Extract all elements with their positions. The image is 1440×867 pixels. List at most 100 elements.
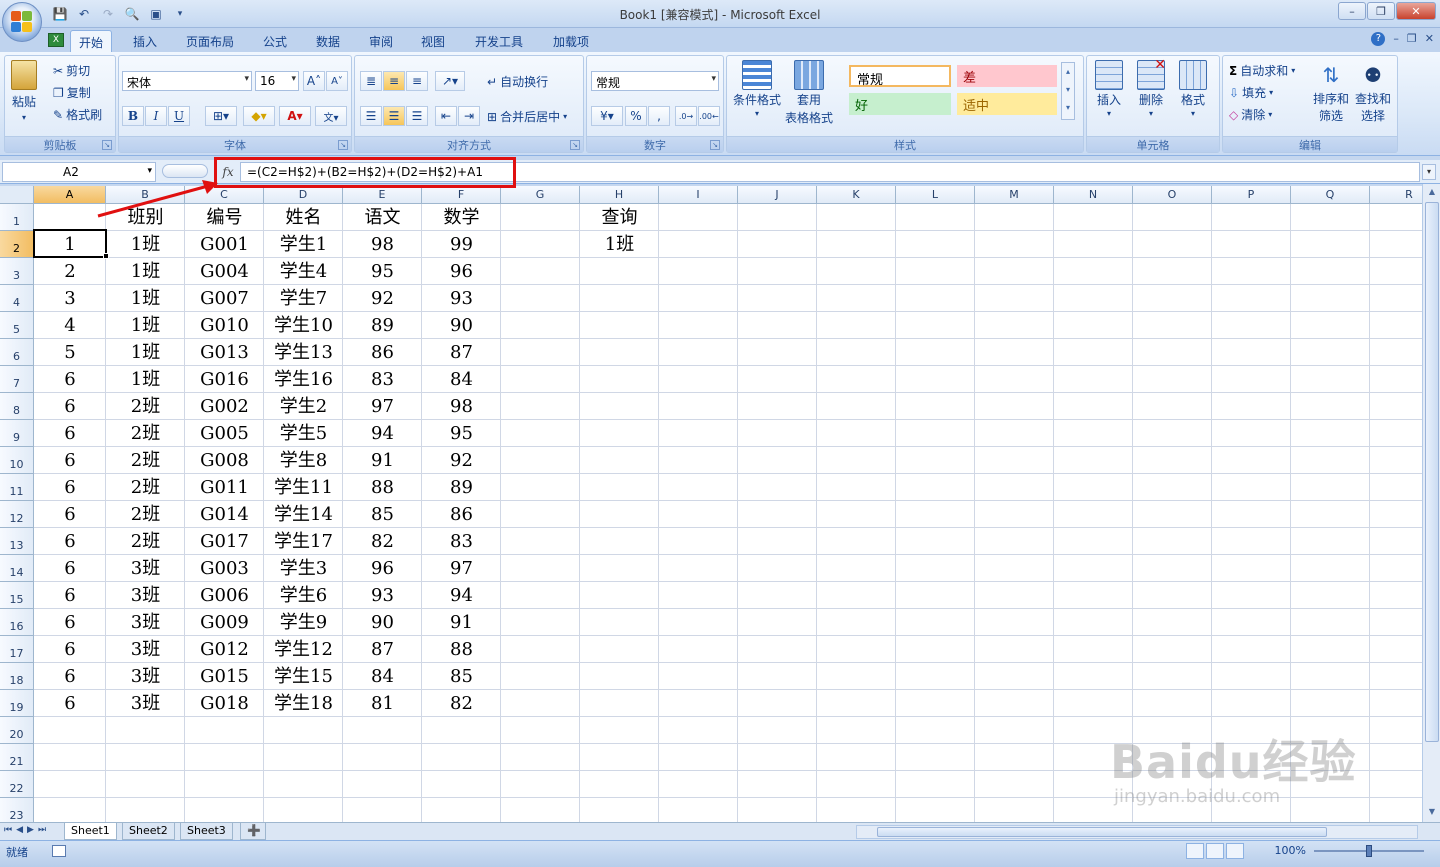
vertical-scroll-thumb[interactable] — [1425, 202, 1439, 742]
style-bad[interactable]: 差 — [957, 65, 1057, 87]
cell-a17[interactable]: 6 — [34, 636, 106, 663]
minimize-icon[interactable]: – — [1338, 2, 1366, 20]
cell-f8[interactable]: 98 — [422, 393, 501, 420]
column-header-h[interactable]: H — [580, 186, 659, 204]
tab-home[interactable]: 开始 — [70, 30, 113, 52]
cell-c4[interactable]: G007 — [185, 285, 264, 312]
horizontal-scrollbar[interactable] — [856, 825, 1418, 839]
style-good[interactable]: 好 — [849, 93, 951, 115]
cell-b14[interactable]: 3班 — [106, 555, 185, 582]
cell-c14[interactable]: G003 — [185, 555, 264, 582]
style-neutral[interactable]: 适中 — [957, 93, 1057, 115]
cell-d11[interactable]: 学生11 — [264, 474, 343, 501]
cell-e3[interactable]: 95 — [343, 258, 422, 285]
column-header-q[interactable]: Q — [1291, 186, 1370, 204]
cell-a16[interactable]: 6 — [34, 609, 106, 636]
zoom-level[interactable]: 100% — [1275, 844, 1306, 857]
cell-d14[interactable]: 学生3 — [264, 555, 343, 582]
scroll-up-icon[interactable]: ▲ — [1423, 184, 1440, 200]
tab-view[interactable]: 视图 — [413, 30, 453, 52]
format-cells-button[interactable]: 格式 ▾ — [1179, 60, 1207, 118]
row-header-7[interactable]: 7 — [0, 366, 34, 393]
help-icon[interactable]: ? — [1371, 32, 1386, 46]
cell-d12[interactable]: 学生14 — [264, 501, 343, 528]
row-header-6[interactable]: 6 — [0, 339, 34, 366]
cell-a7[interactable]: 6 — [34, 366, 106, 393]
row-header-13[interactable]: 13 — [0, 528, 34, 555]
currency-icon[interactable]: ¥▾ — [591, 106, 623, 126]
zoom-slider-knob[interactable] — [1366, 845, 1372, 857]
comma-button[interactable]: , — [648, 106, 670, 126]
cell-a8[interactable]: 6 — [34, 393, 106, 420]
cell-b17[interactable]: 3班 — [106, 636, 185, 663]
cell-d5[interactable]: 学生10 — [264, 312, 343, 339]
office-button[interactable] — [2, 2, 42, 42]
shrink-font-icon[interactable]: A˅ — [326, 71, 348, 91]
cell-e10[interactable]: 91 — [343, 447, 422, 474]
cell-e12[interactable]: 85 — [343, 501, 422, 528]
cell-f9[interactable]: 95 — [422, 420, 501, 447]
font-name-select[interactable]: 宋体 ▾ — [122, 71, 252, 91]
merge-center-button[interactable]: ⊞ 合并后居中 ▾ — [487, 108, 567, 125]
cell-a10[interactable]: 6 — [34, 447, 106, 474]
row-header-19[interactable]: 19 — [0, 690, 34, 717]
cell-c15[interactable]: G006 — [185, 582, 264, 609]
cell-b13[interactable]: 2班 — [106, 528, 185, 555]
macro-record-icon[interactable] — [52, 845, 66, 857]
row-header-16[interactable]: 16 — [0, 609, 34, 636]
cell-c9[interactable]: G005 — [185, 420, 264, 447]
tab-data[interactable]: 数据 — [308, 30, 348, 52]
row-header-2[interactable]: 2 — [0, 231, 34, 258]
format-painter-button[interactable]: ✎ 格式刷 — [53, 106, 102, 123]
cell-a18[interactable]: 6 — [34, 663, 106, 690]
percent-button[interactable]: % — [625, 106, 647, 126]
scroll-down-icon[interactable]: ▼ — [1423, 804, 1440, 820]
column-header-p[interactable]: P — [1212, 186, 1291, 204]
phonetic-icon[interactable]: 文▾ — [315, 106, 347, 126]
row-header-10[interactable]: 10 — [0, 447, 34, 474]
cell-a3[interactable]: 2 — [34, 258, 106, 285]
cell-d3[interactable]: 学生4 — [264, 258, 343, 285]
cell-a6[interactable]: 5 — [34, 339, 106, 366]
cell-e17[interactable]: 87 — [343, 636, 422, 663]
cell-f11[interactable]: 89 — [422, 474, 501, 501]
column-header-e[interactable]: E — [343, 186, 422, 204]
cell-f5[interactable]: 90 — [422, 312, 501, 339]
increase-decimal-icon[interactable]: .0→ — [675, 106, 697, 126]
italic-button[interactable]: I — [145, 106, 167, 126]
row-header-22[interactable]: 22 — [0, 771, 34, 798]
row-header-9[interactable]: 9 — [0, 420, 34, 447]
cell-b18[interactable]: 3班 — [106, 663, 185, 690]
cell-d9[interactable]: 学生5 — [264, 420, 343, 447]
cell-f3[interactable]: 96 — [422, 258, 501, 285]
cell-c6[interactable]: G013 — [185, 339, 264, 366]
cell-b9[interactable]: 2班 — [106, 420, 185, 447]
fill-button[interactable]: ⇩ 填充 ▾ — [1229, 84, 1273, 101]
styles-gallery-scroll[interactable]: ▴ ▾ ▾ — [1061, 62, 1075, 120]
cell-d10[interactable]: 学生8 — [264, 447, 343, 474]
delete-cells-button[interactable]: ✕ 删除 ▾ — [1137, 57, 1166, 118]
column-header-d[interactable]: D — [264, 186, 343, 204]
cell-c2[interactable]: G001 — [185, 231, 264, 258]
decrease-indent-icon[interactable]: ⇤ — [435, 106, 457, 126]
cell-c10[interactable]: G008 — [185, 447, 264, 474]
sheet-tab-sheet3[interactable]: Sheet3 — [180, 823, 233, 840]
cell-a11[interactable]: 6 — [34, 474, 106, 501]
row-header-8[interactable]: 8 — [0, 393, 34, 420]
insert-cells-button[interactable]: 插入 ▾ — [1095, 60, 1123, 118]
cell-d7[interactable]: 学生16 — [264, 366, 343, 393]
fill-color-icon[interactable]: ◆▾ — [243, 106, 275, 126]
vertical-scrollbar[interactable]: ▲ ▼ — [1422, 184, 1440, 822]
cell-a13[interactable]: 6 — [34, 528, 106, 555]
number-launcher-icon[interactable]: ↘ — [710, 140, 720, 150]
font-color-icon[interactable]: A▾ — [279, 106, 311, 126]
sort-filter-button[interactable]: ⇅ 排序和 筛选 — [1313, 60, 1349, 124]
cell-e9[interactable]: 94 — [343, 420, 422, 447]
row-header-5[interactable]: 5 — [0, 312, 34, 339]
underline-button[interactable]: U — [168, 106, 190, 126]
tab-review[interactable]: 审阅 — [361, 30, 401, 52]
cell-d17[interactable]: 学生12 — [264, 636, 343, 663]
cell-a4[interactable]: 3 — [34, 285, 106, 312]
normal-view-icon[interactable] — [1186, 843, 1204, 859]
cell-c19[interactable]: G018 — [185, 690, 264, 717]
